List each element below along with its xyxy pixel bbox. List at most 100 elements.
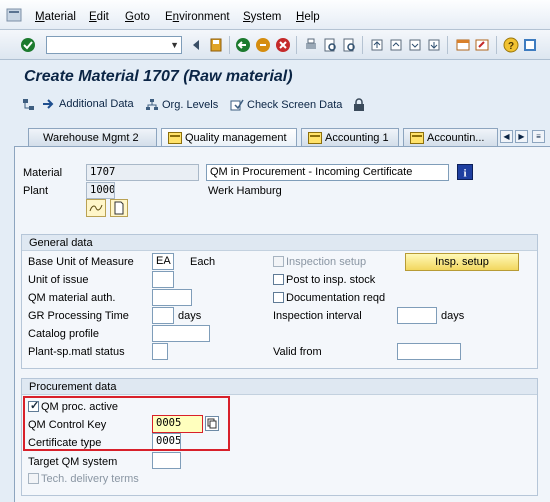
last-page-icon[interactable]	[426, 37, 442, 53]
insp-days-label: days	[441, 310, 465, 322]
toolbar-separator	[229, 36, 230, 54]
sap-menu-icon[interactable]	[6, 7, 22, 23]
first-page-icon[interactable]	[369, 37, 385, 53]
material-number-field: 1707	[86, 164, 199, 181]
long-text-icon[interactable]	[86, 199, 106, 217]
tech-delivery-terms-label: Tech. delivery terms	[41, 473, 139, 485]
toolbar-separator	[362, 36, 363, 54]
plant-description: Werk Hamburg	[208, 185, 282, 197]
help-icon[interactable]: ?	[503, 37, 519, 53]
org-levels-button[interactable]: Org. Levels	[145, 98, 218, 112]
post-to-insp-stock-label: Post to insp. stock	[286, 274, 376, 286]
tab-strip: Warehouse Mgmt 2 Quality management Acco…	[14, 128, 550, 147]
tab-label: Warehouse Mgmt 2	[43, 131, 139, 144]
lock-icon	[354, 98, 364, 111]
display-doc-button[interactable]	[22, 98, 39, 112]
svg-text:?: ?	[508, 41, 514, 52]
menu-help[interactable]: Help	[296, 11, 320, 23]
chevron-down-icon[interactable]: ▼	[170, 40, 179, 50]
tab-warehouse-mgmt-2[interactable]: Warehouse Mgmt 2	[28, 128, 157, 146]
base-uom-field[interactable]: EA	[152, 253, 174, 270]
view-icon	[168, 132, 182, 144]
cancel-icon[interactable]	[275, 37, 291, 53]
plant-field: 1000	[86, 182, 115, 199]
shortcut-icon[interactable]	[474, 37, 490, 53]
target-qm-system-field[interactable]	[152, 452, 181, 469]
tree-icon	[23, 99, 34, 110]
check-data-icon	[230, 99, 244, 111]
base-uom-label: Base Unit of Measure	[28, 256, 134, 268]
tab-accounting-2[interactable]: Accountin...	[403, 128, 498, 146]
qm-material-auth-field[interactable]	[152, 289, 192, 306]
material-description-value: QM in Procurement - Incoming Certificate	[210, 166, 413, 178]
procurement-data-title: Procurement data	[29, 381, 117, 393]
group-header: Procurement data	[22, 379, 537, 395]
lock-button[interactable]	[353, 98, 368, 111]
post-to-insp-stock-checkbox[interactable]	[273, 274, 284, 285]
inspection-setup-label: Inspection setup	[286, 256, 367, 268]
catalog-profile-label: Catalog profile	[28, 328, 99, 340]
highlight-annotation	[23, 396, 230, 451]
exit-icon[interactable]	[255, 37, 271, 53]
gr-processing-time-label: GR Processing Time	[28, 310, 129, 322]
check-screen-data-label: Check Screen Data	[247, 99, 343, 111]
unit-of-issue-field[interactable]	[152, 271, 174, 288]
inspection-interval-label: Inspection interval	[273, 310, 362, 322]
svg-text:i: i	[463, 168, 466, 180]
find-next-icon[interactable]	[341, 37, 357, 53]
org-levels-label: Org. Levels	[162, 99, 219, 111]
material-description-field[interactable]: QM in Procurement - Incoming Certificate	[206, 164, 449, 181]
menu-edit[interactable]: Edit	[89, 11, 109, 23]
customize-layout-icon[interactable]	[522, 37, 538, 53]
menu-system[interactable]: System	[243, 11, 281, 23]
valid-from-field[interactable]	[397, 343, 461, 360]
info-icon[interactable]: i	[457, 164, 473, 180]
print-icon[interactable]	[303, 37, 319, 53]
document-icon[interactable]	[110, 199, 128, 217]
create-session-icon[interactable]	[455, 37, 471, 53]
additional-data-button[interactable]: Additional Data	[42, 98, 134, 110]
tab-label: Quality management	[185, 132, 287, 144]
back-arrow-icon[interactable]	[189, 37, 205, 53]
catalog-profile-field[interactable]	[152, 325, 210, 342]
material-label: Material	[23, 167, 63, 179]
next-page-icon[interactable]	[407, 37, 423, 53]
toolbar-separator	[296, 36, 297, 54]
arrow-right-icon	[43, 99, 54, 109]
gr-processing-time-field[interactable]	[152, 307, 174, 324]
documentation-reqd-checkbox[interactable]	[273, 292, 284, 303]
menu-goto[interactable]: Goto	[125, 11, 150, 23]
previous-page-icon[interactable]	[388, 37, 404, 53]
back-icon[interactable]	[235, 37, 251, 53]
menu-material[interactable]: Material	[35, 11, 76, 23]
tab-list-icon[interactable]: ≡	[532, 130, 545, 143]
tab-label: Accounting 1	[325, 131, 389, 144]
tab-label: Accountin...	[427, 131, 485, 144]
unit-of-issue-label: Unit of issue	[28, 274, 89, 286]
tab-scroll-right-icon[interactable]: ▶	[515, 130, 528, 143]
additional-data-label: Additional Data	[59, 98, 134, 110]
plant-value: 1000	[90, 184, 115, 196]
plant-sp-status-field[interactable]	[152, 343, 168, 360]
view-icon	[410, 131, 424, 144]
toolbar-separator	[496, 36, 497, 54]
save-icon[interactable]	[208, 37, 224, 53]
tab-scroll-left-icon[interactable]: ◀	[500, 130, 513, 143]
inspection-setup-checkbox	[273, 256, 284, 267]
tab-quality-management[interactable]: Quality management	[161, 128, 297, 147]
toolbar-separator	[447, 36, 448, 54]
menu-environment[interactable]: Environment	[165, 11, 230, 23]
base-uom-text: Each	[190, 256, 216, 268]
menu-bar: Material Edit Goto Environment System He…	[0, 0, 550, 30]
material-number-value: 1707	[90, 166, 116, 178]
plant-label: Plant	[23, 185, 49, 197]
inspection-interval-field[interactable]	[397, 307, 437, 324]
find-icon[interactable]	[322, 37, 338, 53]
view-icon	[308, 131, 322, 144]
tab-accounting-1[interactable]: Accounting 1	[301, 128, 399, 146]
plant-sp-status-label: Plant-sp.matl status	[28, 346, 125, 358]
command-field[interactable]: ▼	[46, 36, 182, 54]
check-screen-data-button[interactable]: Check Screen Data	[230, 98, 342, 112]
insp-setup-button[interactable]: Insp. setup	[405, 253, 519, 271]
enter-checkmark-icon[interactable]	[20, 37, 36, 53]
